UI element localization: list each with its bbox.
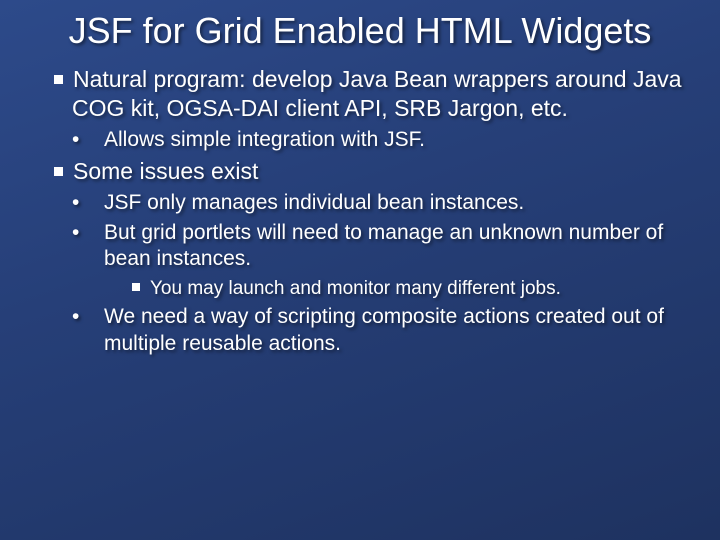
bullet-level3: You may launch and monitor many differen…	[132, 277, 692, 301]
bullet-level2: But grid portlets will need to manage an…	[88, 220, 692, 273]
slide: JSF for Grid Enabled HTML Widgets Natura…	[0, 0, 720, 540]
bullet-level1: Some issues exist	[54, 157, 692, 186]
bullet-level2: Allows simple integration with JSF.	[88, 127, 692, 153]
bullet-level2: We need a way of scripting composite act…	[88, 304, 692, 357]
bullet-level2: JSF only manages individual bean instanc…	[88, 190, 692, 216]
bullet-level1: Natural program: develop Java Bean wrapp…	[54, 65, 692, 123]
slide-title: JSF for Grid Enabled HTML Widgets	[28, 10, 692, 51]
slide-body: Natural program: develop Java Bean wrapp…	[28, 65, 692, 357]
